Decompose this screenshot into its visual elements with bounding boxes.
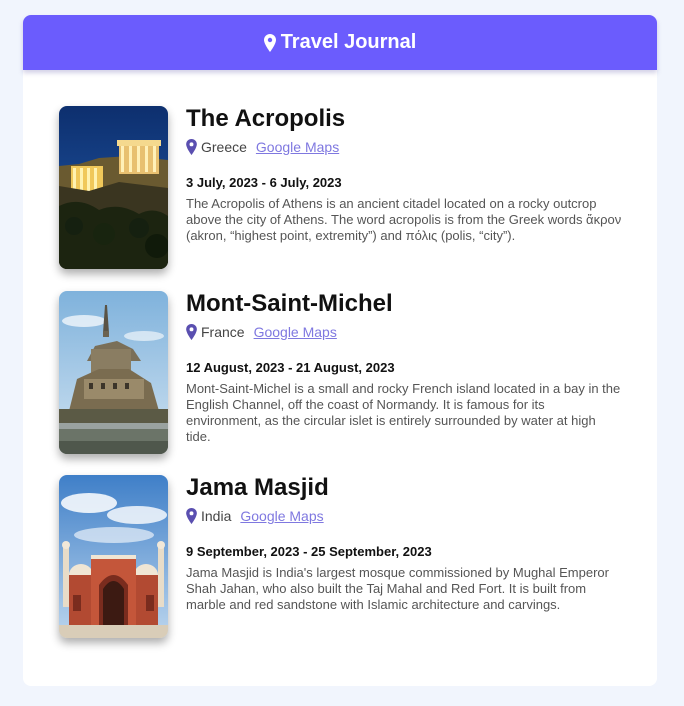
map-pin-icon	[263, 33, 276, 52]
acropolis-photo	[59, 106, 168, 269]
country-label: France	[201, 324, 245, 340]
entry-description: The Acropolis of Athens is an ancient ci…	[186, 196, 622, 243]
entry-title: Mont-Saint-Michel	[186, 290, 393, 317]
app-title: Travel Journal	[280, 31, 417, 53]
location-row: Greece Google Maps	[186, 137, 622, 157]
location-row: India Google Maps	[186, 506, 622, 526]
entry-info: Mont-Saint-Michel France Google Maps 12 …	[186, 291, 622, 445]
entry-description: Jama Masjid is India's largest mosque co…	[186, 565, 609, 612]
location-pin-icon	[186, 508, 197, 524]
entry-info: The Acropolis Greece Google Maps 3 July,…	[186, 106, 622, 244]
mont-saint-michel-photo	[59, 291, 168, 454]
journal-card: Travel Journal The Acropolis Greece Goog…	[23, 15, 657, 686]
location-pin-icon	[186, 139, 197, 155]
trip-dates: 12 August, 2023 - 21 August, 2023	[186, 360, 395, 375]
country-label: Greece	[201, 139, 247, 155]
entry-description: Mont-Saint-Michel is a small and rocky F…	[186, 381, 621, 444]
google-maps-link[interactable]: Google Maps	[256, 139, 339, 155]
app-header: Travel Journal	[23, 15, 657, 70]
entry-title: Jama Masjid	[186, 474, 329, 501]
jama-masjid-photo	[59, 475, 168, 638]
trip-dates: 9 September, 2023 - 25 September, 2023	[186, 544, 432, 559]
google-maps-link[interactable]: Google Maps	[254, 324, 337, 340]
google-maps-link[interactable]: Google Maps	[240, 508, 323, 524]
country-label: India	[201, 508, 232, 524]
location-row: France Google Maps	[186, 322, 622, 342]
trip-dates: 3 July, 2023 - 6 July, 2023	[186, 175, 342, 190]
location-pin-icon	[186, 324, 197, 340]
entry-info: Jama Masjid India Google Maps 9 Septembe…	[186, 475, 622, 613]
entry-title: The Acropolis	[186, 105, 346, 132]
